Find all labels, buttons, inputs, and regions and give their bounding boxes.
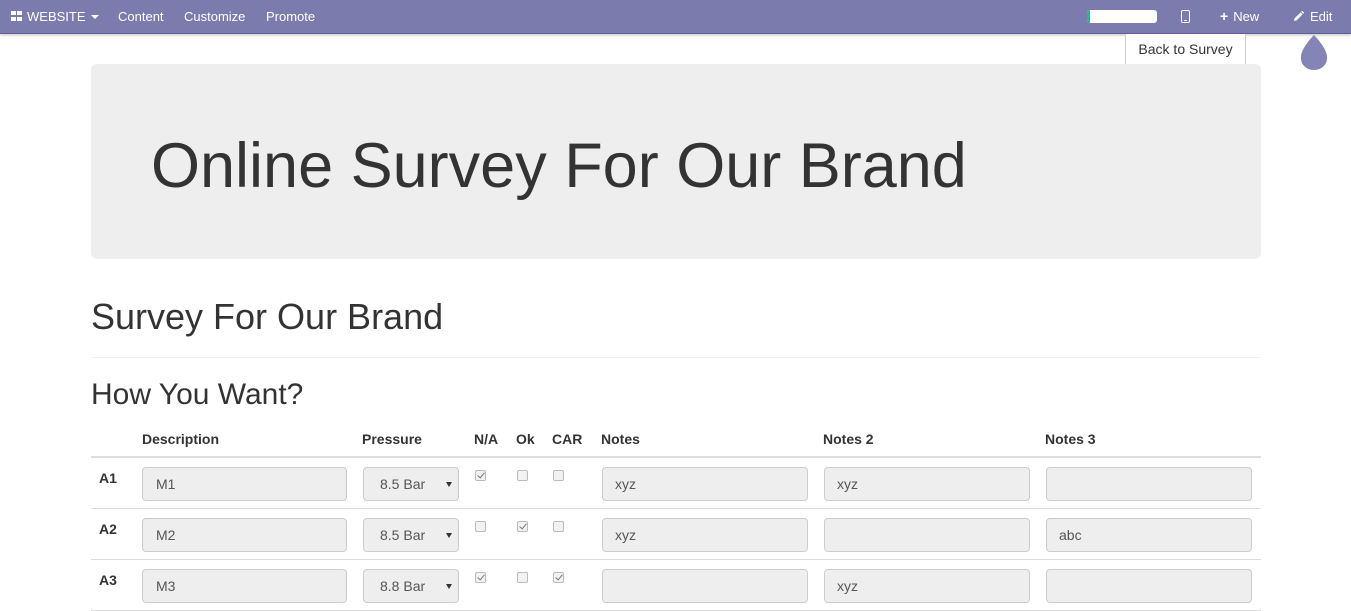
edit-button-label: Edit [1310, 9, 1333, 24]
table-row: A3 M3 8.8 Bar xyz [91, 560, 1261, 611]
menu-content[interactable]: Content [118, 0, 164, 34]
new-button[interactable]: + New [1220, 0, 1259, 34]
header-car: CAR [552, 431, 583, 447]
droplet-icon[interactable] [1300, 34, 1328, 72]
notes-2-field[interactable]: xyz [824, 467, 1030, 501]
select-arrow-icon [446, 533, 452, 538]
header-description: Description [142, 431, 220, 447]
notes-field[interactable]: xyz [602, 518, 808, 552]
notes-3-field[interactable] [1046, 467, 1252, 501]
header-ok: Ok [516, 431, 535, 447]
row-label: A1 [99, 470, 117, 486]
description-field[interactable]: M1 [142, 467, 347, 501]
website-topbar: WEBSITE Content Customize Promote + New E… [0, 0, 1351, 34]
notes-2-field[interactable]: xyz [824, 569, 1030, 603]
select-arrow-icon [446, 482, 452, 487]
back-to-survey-button[interactable]: Back to Survey [1125, 34, 1246, 66]
header-notes: Notes [601, 431, 640, 447]
select-arrow-icon [446, 584, 452, 589]
ok-checkbox[interactable] [517, 470, 528, 481]
page-title: How You Want? [91, 378, 304, 411]
header-notes-2: Notes 2 [823, 431, 874, 447]
survey-matrix-table: Description Pressure N/A Ok CAR Notes No… [91, 424, 1261, 611]
survey-title: Survey For Our Brand [91, 296, 444, 337]
na-checkbox[interactable] [475, 470, 486, 481]
website-menu-label: WEBSITE [27, 9, 86, 24]
notes-field[interactable] [602, 569, 808, 603]
divider [91, 357, 1261, 358]
apps-grid-icon [11, 11, 23, 22]
table-row: A1 M1 8.5 Bar xyz xyz [91, 458, 1261, 509]
header-pressure: Pressure [362, 431, 422, 447]
menu-customize[interactable]: Customize [184, 0, 245, 34]
pressure-select[interactable]: 8.5 Bar [363, 518, 459, 552]
car-checkbox[interactable] [553, 572, 564, 583]
header-na: N/A [474, 431, 499, 447]
website-menu-button[interactable]: WEBSITE [11, 0, 99, 34]
edit-button[interactable]: Edit [1293, 0, 1332, 34]
pressure-select[interactable]: 8.5 Bar [363, 467, 459, 501]
pressure-value: 8.5 Bar [380, 527, 426, 543]
header-notes-3: Notes 3 [1045, 431, 1096, 447]
na-checkbox[interactable] [475, 572, 486, 583]
pressure-value: 8.8 Bar [380, 578, 426, 594]
pressure-select[interactable]: 8.8 Bar [363, 569, 459, 603]
car-checkbox[interactable] [553, 521, 564, 532]
car-checkbox[interactable] [553, 470, 564, 481]
pressure-value: 8.5 Bar [380, 476, 426, 492]
description-field[interactable]: M3 [142, 569, 347, 603]
ok-checkbox[interactable] [517, 572, 528, 583]
plus-icon: + [1220, 8, 1229, 24]
row-label: A2 [99, 521, 117, 537]
notes-2-field[interactable] [824, 518, 1030, 552]
new-button-label: New [1233, 9, 1260, 24]
jumbotron-title: Online Survey For Our Brand [151, 131, 967, 201]
progress-fill [1087, 10, 1090, 23]
row-label: A3 [99, 572, 117, 588]
pencil-icon [1294, 11, 1304, 21]
table-header: Description Pressure N/A Ok CAR Notes No… [91, 424, 1261, 458]
notes-3-field[interactable]: abc [1046, 518, 1252, 552]
notes-field[interactable]: xyz [602, 467, 808, 501]
menu-promote[interactable]: Promote [266, 0, 315, 34]
mobile-preview-icon[interactable] [1181, 10, 1190, 23]
loading-progress-bar [1087, 10, 1157, 23]
survey-jumbotron: Online Survey For Our Brand [91, 64, 1261, 259]
table-row: A2 M2 8.5 Bar xyz abc [91, 509, 1261, 560]
description-field[interactable]: M2 [142, 518, 347, 552]
na-checkbox[interactable] [475, 521, 486, 532]
ok-checkbox[interactable] [517, 521, 528, 532]
caret-down-icon [90, 15, 99, 19]
notes-3-field[interactable] [1046, 569, 1252, 603]
